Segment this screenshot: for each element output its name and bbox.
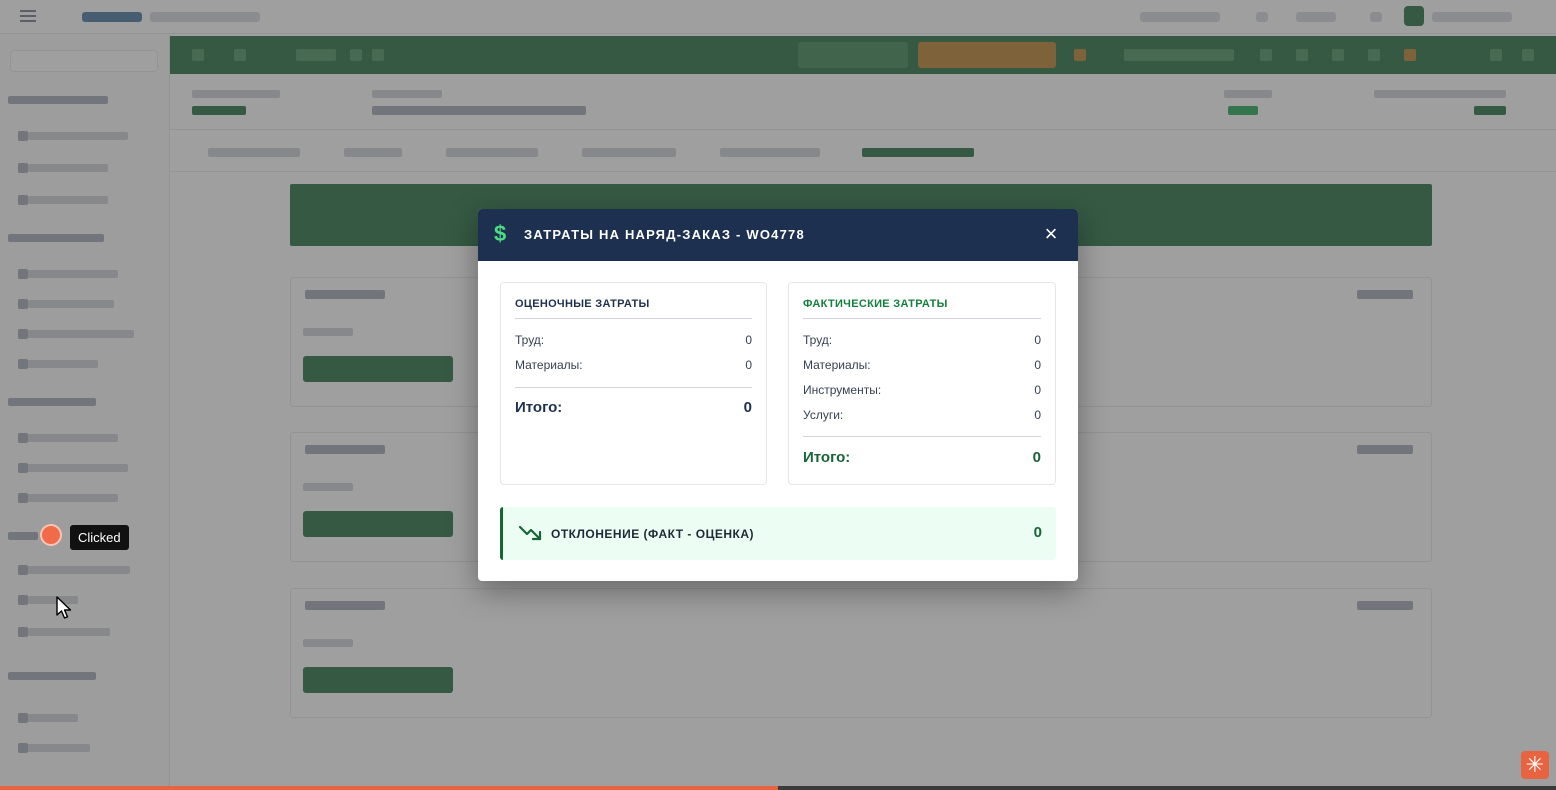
divider [515, 387, 752, 388]
cost-value: 0 [1034, 408, 1041, 422]
divider [803, 318, 1041, 319]
click-indicator [40, 524, 62, 546]
click-tooltip: Clicked [70, 525, 129, 550]
total-value: 0 [743, 399, 752, 416]
cost-value: 0 [1034, 333, 1041, 347]
dollar-icon: $ [494, 221, 507, 246]
cost-row-materials: Материалы: 0 [803, 357, 1041, 373]
mouse-cursor-icon [56, 596, 72, 619]
variance-value: 0 [1033, 524, 1042, 541]
actual-total-row: Итого: 0 [803, 448, 1041, 468]
trending-down-icon [519, 525, 542, 541]
cost-label: Труд: [803, 333, 833, 347]
estimated-total-row: Итого: 0 [515, 398, 752, 418]
progress-bar-fill [0, 786, 778, 790]
variance-box: ОТКЛОНЕНИЕ (ФАКТ - ОЦЕНКА) 0 [500, 507, 1056, 560]
progress-bar [0, 786, 1556, 790]
cost-label: Инструменты: [803, 383, 882, 397]
modal-title: ЗАТРАТЫ НА НАРЯД-ЗАКАЗ - WO4778 [524, 227, 805, 242]
estimated-costs-title: ОЦЕНОЧНЫЕ ЗАТРАТЫ [515, 298, 650, 310]
actual-costs-panel: ФАКТИЧЕСКИЕ ЗАТРАТЫ Труд: 0 Материалы: 0… [788, 282, 1056, 485]
cost-label: Труд: [515, 333, 545, 347]
variance-label: ОТКЛОНЕНИЕ (ФАКТ - ОЦЕНКА) [551, 527, 755, 541]
total-value: 0 [1032, 449, 1041, 466]
divider [515, 318, 752, 319]
actual-costs-title: ФАКТИЧЕСКИЕ ЗАТРАТЫ [803, 298, 948, 310]
sparkle-icon[interactable]: ✳ [1521, 751, 1549, 779]
cost-row-services: Услуги: 0 [803, 407, 1041, 423]
cost-label: Материалы: [515, 358, 583, 372]
cost-row-tools: Инструменты: 0 [803, 382, 1041, 398]
divider [803, 436, 1041, 437]
estimated-costs-panel: ОЦЕНОЧНЫЕ ЗАТРАТЫ Труд: 0 Материалы: 0 И… [500, 282, 767, 485]
cost-label: Материалы: [803, 358, 871, 372]
modal-header: $ ЗАТРАТЫ НА НАРЯД-ЗАКАЗ - WO4778 × [478, 209, 1078, 261]
cost-value: 0 [1034, 358, 1041, 372]
total-label: Итого: [803, 449, 851, 466]
cost-value: 0 [745, 358, 752, 372]
close-icon[interactable]: × [1040, 223, 1062, 245]
total-label: Итого: [515, 399, 563, 416]
cost-label: Услуги: [803, 408, 844, 422]
cost-row-materials: Материалы: 0 [515, 357, 752, 373]
cost-value: 0 [745, 333, 752, 347]
cost-row-labor: Труд: 0 [515, 332, 752, 348]
cost-value: 0 [1034, 383, 1041, 397]
cost-row-labor: Труд: 0 [803, 332, 1041, 348]
costs-modal: $ ЗАТРАТЫ НА НАРЯД-ЗАКАЗ - WO4778 × ОЦЕН… [478, 209, 1078, 581]
